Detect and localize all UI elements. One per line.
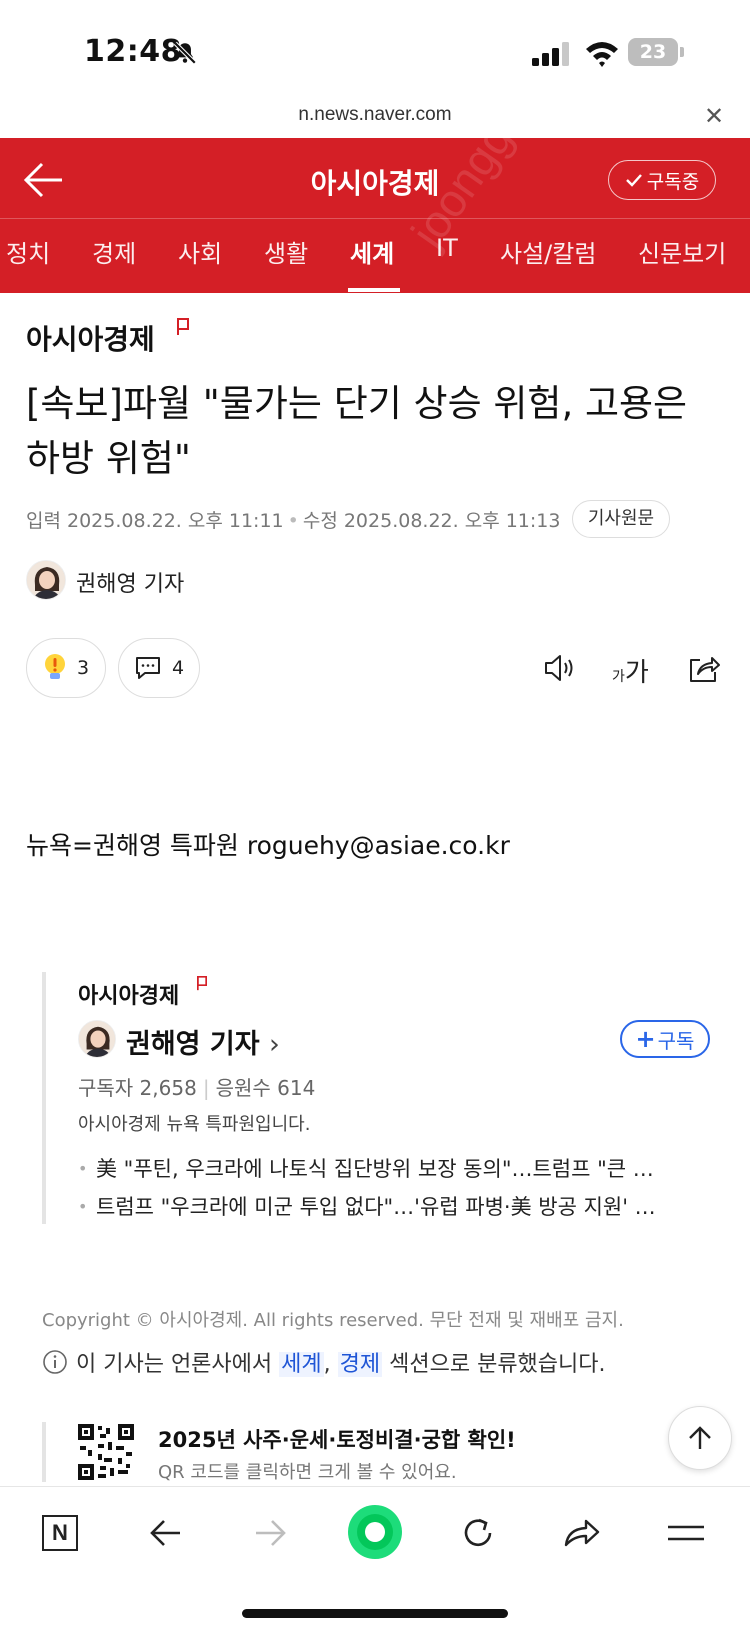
wifi-icon xyxy=(586,42,618,67)
article-dates: 입력 2025.08.22. 오후 11:11 • 수정 2025.08.22. 오… xyxy=(26,510,561,532)
status-bar: 12:48 23 xyxy=(0,0,750,100)
url-text[interactable]: n.news.naver.com xyxy=(0,104,750,126)
share-arrow-icon xyxy=(564,1519,600,1547)
font-size-button[interactable]: 가가 xyxy=(612,652,649,689)
font-size-small-label: 가 xyxy=(612,669,625,685)
arrow-up-icon xyxy=(689,1426,711,1449)
author-name[interactable]: 권해영 기자 xyxy=(76,566,184,598)
comment-icon xyxy=(135,657,160,679)
section-suffix: 섹션으로 분류했습니다. xyxy=(389,1352,606,1377)
reporter-stats: 구독자 2,658 | 응원수 614 xyxy=(78,1076,316,1100)
plus-icon: + xyxy=(635,1025,656,1053)
refresh-icon xyxy=(464,1518,492,1547)
article-byline: 뉴욕=권해영 특파원 roguehy@asiae.co.kr xyxy=(26,831,510,860)
promo-banner[interactable]: 2025년 사주·운세·토정비결·궁합 확인! QR 코드를 클릭하면 크게 볼… xyxy=(42,1422,662,1483)
lightbulb-icon xyxy=(44,654,65,679)
back-button[interactable] xyxy=(142,1509,190,1557)
naver-home-label: N xyxy=(42,1515,78,1551)
bell-muted-icon xyxy=(173,41,197,65)
subscribed-button[interactable]: 구독중 xyxy=(608,160,716,200)
naver-green-dot-button[interactable] xyxy=(346,1503,404,1561)
section-prefix: 이 기사는 언론사에서 xyxy=(76,1352,273,1377)
tab-editorial[interactable]: 사설/칼럼 xyxy=(500,234,596,269)
section-tabs: 정치 경제 사회 생활 세계 IT 사설/칼럼 신문보기 xyxy=(0,220,750,292)
reporter-name: 권해영 기자 xyxy=(126,1029,260,1060)
share-icon[interactable] xyxy=(686,650,722,686)
subscribe-label: 구독 xyxy=(657,1028,695,1053)
scroll-top-button[interactable] xyxy=(668,1406,732,1470)
tab-politics[interactable]: 정치 xyxy=(6,234,50,269)
browser-bottom-bar: N xyxy=(0,1486,750,1629)
reporter-description: 아시아경제 뉴욕 특파원입니다. xyxy=(78,1114,311,1135)
share-button[interactable] xyxy=(558,1509,606,1557)
tab-world[interactable]: 세계 xyxy=(350,234,394,269)
tab-it[interactable]: IT xyxy=(436,234,458,262)
battery-indicator: 23 xyxy=(628,38,678,66)
font-size-large-label: 가 xyxy=(624,658,649,688)
chevron-right-icon: › xyxy=(269,1029,280,1060)
tab-newspaper[interactable]: 신문보기 xyxy=(638,234,726,269)
press-flag-icon xyxy=(197,976,207,991)
reaction-button[interactable]: 3 xyxy=(26,638,106,698)
comment-button[interactable]: 4 xyxy=(118,638,200,698)
list-item[interactable]: 美 "푸틴, 우크라에 나토식 집단방위 보장 동의"…트럼프 "큰 … xyxy=(78,1150,714,1188)
header-divider xyxy=(0,218,750,219)
speaker-icon[interactable] xyxy=(542,650,578,686)
arrow-left-icon xyxy=(150,1520,180,1546)
section-link-economy[interactable]: 경제 xyxy=(337,1352,383,1377)
check-icon xyxy=(625,174,642,187)
press-flag-icon xyxy=(177,318,189,335)
promo-title: 2025년 사주·운세·토정비결·궁합 확인! xyxy=(158,1428,516,1452)
section-link-world[interactable]: 세계 xyxy=(279,1352,324,1377)
original-article-button[interactable]: 기사원문 xyxy=(572,500,670,538)
reporter-article-list: 美 "푸틴, 우크라에 나토식 집단방위 보장 동의"…트럼프 "큰 … 트럼프… xyxy=(78,1150,714,1226)
input-date: 입력 2025.08.22. 오후 11:11 xyxy=(26,510,284,532)
comment-count: 4 xyxy=(171,657,185,679)
refresh-button[interactable] xyxy=(454,1509,502,1557)
press-logo[interactable]: 아시아경제 xyxy=(26,318,155,358)
qr-code-icon[interactable] xyxy=(78,1424,134,1480)
article-headline: [속보]파월 "물가는 단기 상승 위험, 고용은 하방 위험" xyxy=(26,382,688,480)
reporter-avatar[interactable] xyxy=(78,1020,116,1058)
battery-tip xyxy=(680,47,684,57)
close-icon[interactable]: ✕ xyxy=(704,102,724,130)
reaction-count: 3 xyxy=(76,657,90,679)
subscribe-button[interactable]: + 구독 xyxy=(620,1020,710,1058)
card-press-logo[interactable]: 아시아경제 xyxy=(78,978,179,1010)
author-avatar[interactable] xyxy=(26,560,66,600)
section-separator: , xyxy=(323,1352,331,1377)
tab-society[interactable]: 사회 xyxy=(178,234,222,269)
forward-button[interactable] xyxy=(246,1509,294,1557)
info-icon xyxy=(43,1350,67,1374)
list-item[interactable]: 트럼프 "우크라에 미군 투입 없다"…'유럽 파병·美 방공 지원' … xyxy=(78,1188,714,1226)
cellular-signal-icon xyxy=(532,42,569,66)
arrow-right-icon xyxy=(256,1520,286,1546)
menu-button[interactable] xyxy=(662,1509,710,1557)
supporter-count: 응원수 614 xyxy=(215,1076,316,1100)
promo-subtitle: QR 코드를 클릭하면 크게 볼 수 있어요. xyxy=(158,1462,457,1483)
reporter-card: 아시아경제 권해영 기자 › + 구독 구독자 2,658 | 응원수 614 아시… xyxy=(42,972,714,1226)
press-header: joonggonara 아시아경제 구독중 정치 경제 사회 생활 세계 IT … xyxy=(0,138,750,293)
subscribed-label: 구독중 xyxy=(646,170,700,193)
tab-economy[interactable]: 경제 xyxy=(92,234,136,269)
modified-date: 수정 2025.08.22. 오후 11:13 xyxy=(302,510,561,532)
green-dot-icon xyxy=(348,1505,402,1559)
status-time: 12:48 xyxy=(84,34,182,69)
hamburger-menu-icon xyxy=(668,1525,704,1541)
subscriber-count: 구독자 2,658 xyxy=(78,1076,197,1100)
browser-url-bar: n.news.naver.com ✕ xyxy=(0,100,750,138)
tab-life[interactable]: 생활 xyxy=(264,234,308,269)
naver-home-button[interactable]: N xyxy=(36,1509,84,1557)
reporter-name-link[interactable]: 권해영 기자 › xyxy=(126,1022,280,1061)
copyright-text: Copyright © 아시아경제. All rights reserved. … xyxy=(42,1310,624,1331)
active-tab-indicator xyxy=(348,288,400,292)
section-classification: 이 기사는 언론사에서 세계, 경제 섹션으로 분류했습니다. xyxy=(42,1346,606,1378)
home-indicator xyxy=(242,1609,508,1618)
